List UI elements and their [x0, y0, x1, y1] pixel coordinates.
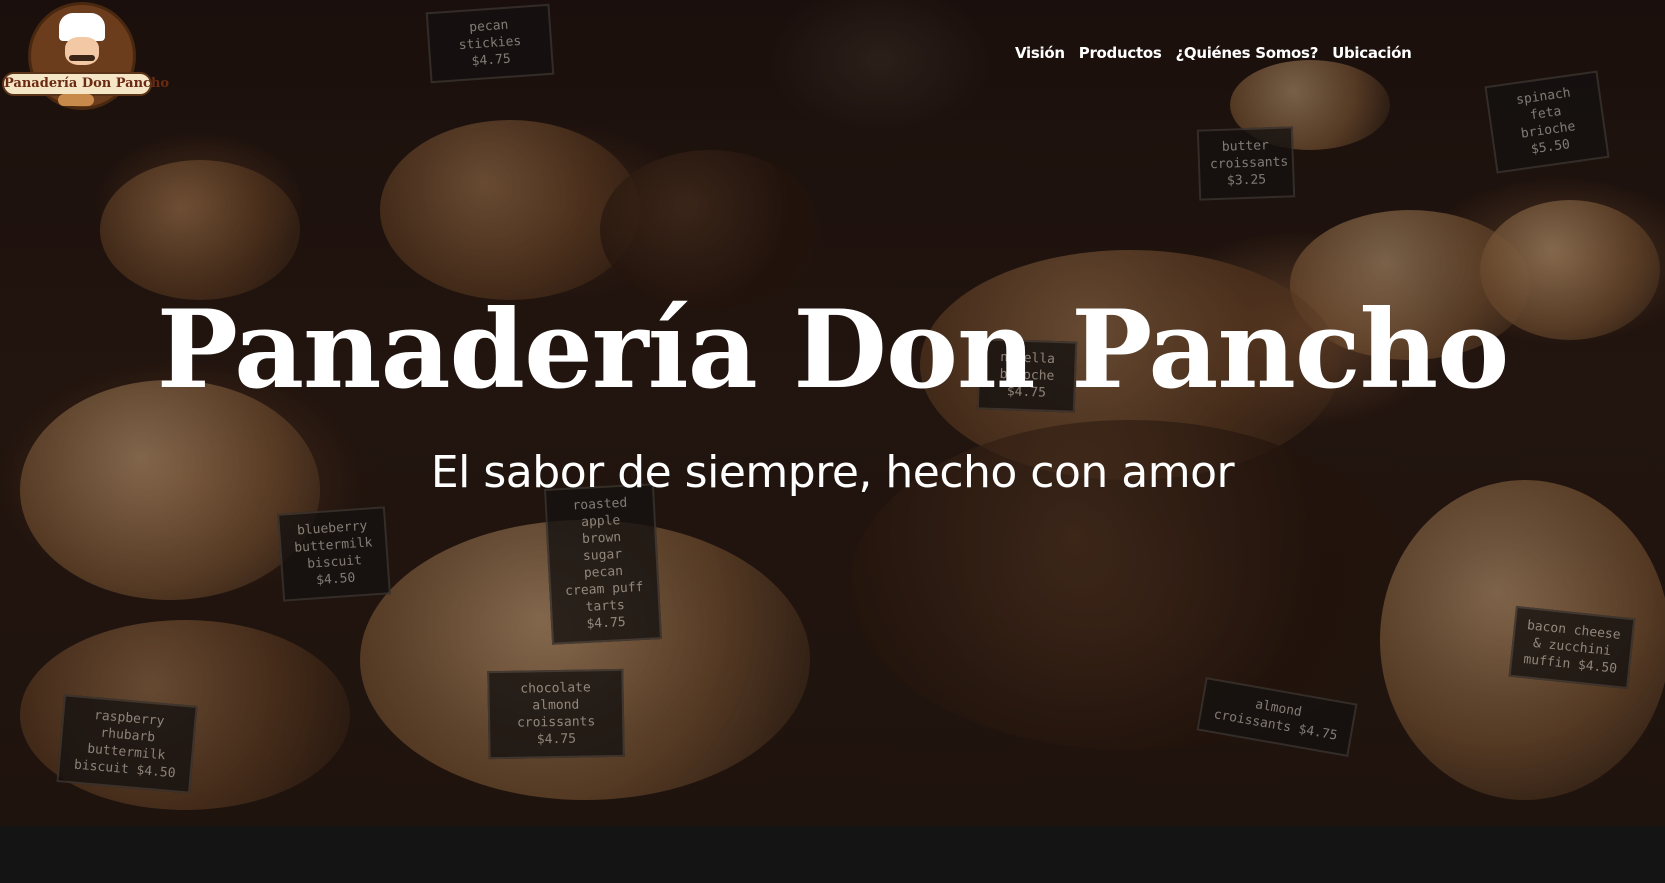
pastry-image [1230, 60, 1390, 150]
price-sign: chocolate almond croissants $4.75 [487, 668, 625, 760]
pastry-image [600, 150, 820, 310]
pastry-image [1380, 480, 1665, 800]
pastry-image [360, 520, 810, 800]
pastry-image [380, 120, 640, 300]
nav-link-quienes-somos[interactable]: ¿Quiénes Somos? [1175, 44, 1318, 62]
nav-link-productos[interactable]: Productos [1079, 44, 1162, 62]
pastry-image [100, 160, 300, 300]
price-sign: blueberry buttermilk biscuit $4.50 [277, 506, 391, 602]
hero-title: Panadería Don Pancho [156, 287, 1509, 413]
hero-background: pecan stickies $4.75 butter croissants $… [0, 0, 1665, 826]
footer-bar [0, 826, 1665, 883]
pastry-image [20, 620, 350, 810]
price-sign: roasted apple brown sugar pecan cream pu… [543, 483, 663, 645]
nav-link-vision[interactable]: Visión [1015, 44, 1065, 62]
price-sign: raspberry rhubarb buttermilk biscuit $4.… [56, 694, 198, 794]
hero-subtitle: El sabor de siempre, hecho con amor [430, 447, 1235, 498]
price-sign: almond croissants $4.75 [1196, 677, 1358, 757]
main-nav: Visión Productos ¿Quiénes Somos? Ubicaci… [1015, 44, 1412, 62]
logo-text: Panadería Don Pancho [2, 72, 169, 96]
brand-logo[interactable]: Panadería Don Pancho [2, 2, 169, 110]
price-sign: pecan stickies $4.75 [425, 3, 555, 84]
price-sign: spinach feta brioche $5.50 [1484, 70, 1610, 174]
price-sign: bacon cheese & zucchini muffin $4.50 [1508, 605, 1636, 690]
price-sign: butter croissants $3.25 [1196, 126, 1296, 201]
mustache-icon [69, 55, 95, 61]
nav-link-ubicacion[interactable]: Ubicación [1332, 44, 1412, 62]
bread-icon [58, 94, 94, 106]
